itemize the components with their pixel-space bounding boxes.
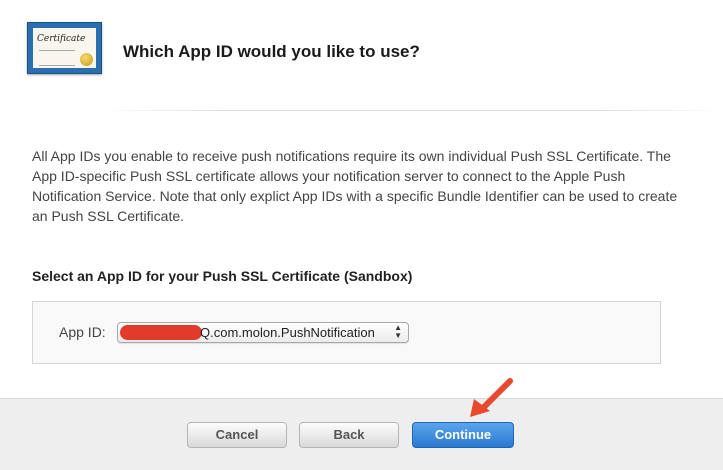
back-button[interactable]: Back [299, 422, 399, 448]
app-id-selected-value: Q.com.molon.PushNotification [200, 325, 375, 340]
divider [100, 110, 723, 111]
redaction-mark [120, 325, 202, 340]
description-text: All App IDs you enable to receive push n… [32, 148, 678, 224]
annotation-arrow-icon [470, 378, 513, 417]
header: Certificate Which App ID would you like … [0, 0, 723, 110]
certificate-icon: Certificate [27, 22, 102, 74]
app-id-panel: App ID: Q.com.molon.PushNotification ▲ ▼ [32, 301, 661, 364]
page-title: Which App ID would you like to use? [123, 42, 420, 61]
app-id-label: App ID: [59, 324, 106, 340]
select-arrows-icon: ▲ ▼ [394, 323, 402, 340]
continue-button[interactable]: Continue [412, 422, 514, 448]
certificate-icon-text: Certificate [37, 34, 86, 44]
app-id-select[interactable]: Q.com.molon.PushNotification ▲ ▼ [117, 322, 409, 343]
footer-bar: Cancel Back Continue [0, 398, 723, 470]
seal-icon [80, 53, 93, 66]
section-label: Select an App ID for your Push SSL Certi… [32, 268, 413, 284]
cancel-button[interactable]: Cancel [187, 422, 287, 448]
